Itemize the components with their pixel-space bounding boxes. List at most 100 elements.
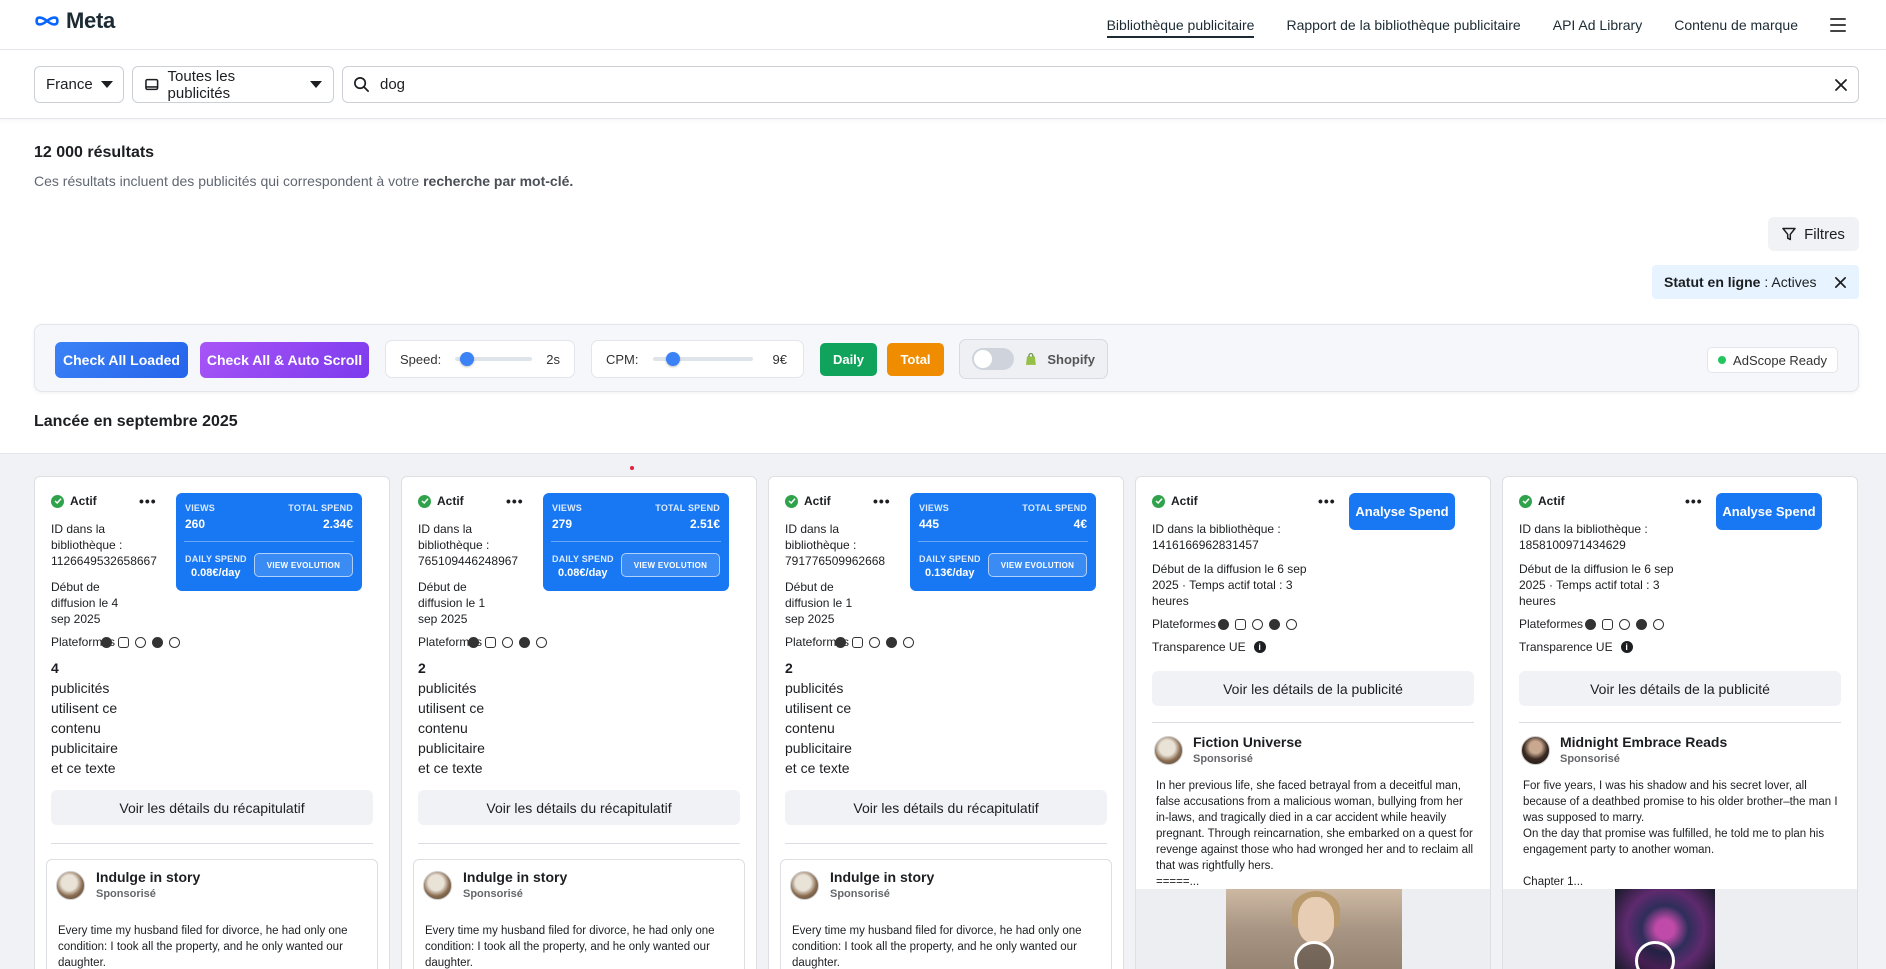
usage-text: publicités utilisent ce contenu publicit…	[418, 680, 485, 776]
check-circle-icon	[418, 494, 431, 508]
country-select[interactable]: France	[34, 66, 124, 103]
search-icon	[354, 77, 369, 92]
threads-icon	[169, 636, 181, 648]
spend-stats-panel: VIEWS TOTAL SPEND 279 2.51€ DAILY SPEND …	[543, 493, 729, 591]
page-name[interactable]: Fiction Universe	[1193, 734, 1302, 750]
check-circle-icon	[1152, 494, 1165, 508]
total-button[interactable]: Total	[887, 343, 944, 376]
status-chip-value: : Actives	[1760, 274, 1817, 290]
shopify-toggle[interactable]	[972, 348, 1014, 370]
search-box	[342, 66, 1859, 103]
divider	[418, 843, 740, 844]
check-circle-icon	[1519, 494, 1532, 508]
total-spend-value: 4€	[1073, 517, 1087, 531]
ad-media[interactable]	[1136, 889, 1490, 969]
ad-card: Actif ••• Analyse Spend ID dans la bibli…	[1135, 476, 1491, 969]
view-evolution-button[interactable]: VIEW EVOLUTION	[988, 553, 1087, 577]
ad-body-text: Every time my husband filed for divorce,…	[58, 925, 348, 969]
check-all-loaded-button[interactable]: Check All Loaded	[55, 342, 188, 378]
more-options-icon[interactable]: •••	[506, 493, 524, 509]
eu-transparency[interactable]: Transparence UE i	[1152, 640, 1266, 654]
total-spend-label: TOTAL SPEND	[1022, 503, 1087, 513]
usage-count: 2 publicités utilisent ce contenu publici…	[785, 658, 865, 778]
start-date: Début de la diffusion le 6 sep 2025 · Te…	[1152, 562, 1307, 608]
ad-category-icon	[145, 78, 159, 90]
more-options-icon[interactable]: •••	[873, 493, 891, 509]
summary-details-button[interactable]: Voir les détails du récapitulatif	[418, 790, 740, 825]
more-options-icon[interactable]: •••	[139, 493, 157, 509]
ad-body-text: For five years, I was his shadow and his…	[1523, 780, 1838, 888]
speed-label: Speed:	[400, 351, 442, 367]
page-name[interactable]: Midnight Embrace Reads	[1560, 734, 1727, 750]
instagram-icon	[1602, 618, 1614, 630]
stats-divider	[918, 541, 1088, 542]
speed-slider-thumb[interactable]	[459, 352, 474, 366]
check-all-auto-scroll-button[interactable]: Check All & Auto Scroll	[200, 342, 369, 378]
sponsored-label: Sponsorisé	[1560, 753, 1620, 765]
menu-icon[interactable]	[1830, 18, 1846, 32]
cpm-value: 9€	[772, 351, 787, 367]
remove-filter-icon[interactable]	[1834, 276, 1847, 289]
meta-logo[interactable]: Meta	[34, 8, 115, 34]
ad-media[interactable]	[1503, 889, 1857, 969]
analyse-spend-button[interactable]: Analyse Spend	[1716, 493, 1822, 530]
threads-icon	[536, 636, 548, 648]
search-input[interactable]	[380, 76, 1824, 93]
ad-details-button[interactable]: Voir les détails de la publicité	[1519, 671, 1841, 706]
sponsored-label: Sponsorisé	[1193, 753, 1253, 765]
ad-type-select[interactable]: Toutes les publicités	[132, 66, 334, 103]
page-name[interactable]: Indulge in story	[463, 869, 567, 885]
ad-card: Actif ••• ID dans la bibliothèque : 7917…	[768, 476, 1124, 969]
total-spend-label: TOTAL SPEND	[655, 503, 720, 513]
view-evolution-button[interactable]: VIEW EVOLUTION	[254, 553, 353, 577]
eu-transparency[interactable]: Transparence UE i	[1519, 640, 1633, 654]
ad-preview: Midnight Embrace Reads Sponsorisé For fi…	[1503, 723, 1857, 969]
eu-transparency-label: Transparence UE	[1519, 640, 1613, 654]
avatar	[1521, 736, 1550, 765]
more-options-icon[interactable]: •••	[1685, 493, 1703, 509]
status-badge-label: Actif	[437, 494, 464, 508]
status-badge: Actif	[418, 494, 464, 508]
view-evolution-button[interactable]: VIEW EVOLUTION	[621, 553, 720, 577]
results-count: 12 000 résultats	[34, 144, 155, 161]
messenger-icon	[1636, 618, 1648, 630]
nav-ad-library-report[interactable]: Rapport de la bibliothèque publicitaire	[1286, 0, 1520, 50]
clear-search-icon[interactable]	[1834, 78, 1848, 92]
speed-value: 2s	[546, 351, 560, 367]
nav-branded-content[interactable]: Contenu de marque	[1674, 0, 1798, 50]
stats-divider	[184, 541, 354, 542]
messenger-icon	[519, 636, 531, 648]
ad-details-button[interactable]: Voir les détails de la publicité	[1152, 671, 1474, 706]
filters-button[interactable]: Filtres	[1768, 217, 1859, 251]
threads-icon	[1653, 618, 1665, 630]
page-name[interactable]: Indulge in story	[96, 869, 200, 885]
check-circle-icon	[785, 494, 798, 508]
platforms: Plateformes	[51, 635, 181, 649]
adscope-status-badge: AdScope Ready	[1707, 347, 1838, 373]
cpm-slider-thumb[interactable]	[665, 352, 680, 366]
summary-details-button[interactable]: Voir les détails du récapitulatif	[785, 790, 1107, 825]
summary-details-button[interactable]: Voir les détails du récapitulatif	[51, 790, 373, 825]
status-badge: Actif	[51, 494, 97, 508]
shopify-bag-icon	[1025, 352, 1036, 365]
start-date: Début de diffusion le 1 sep 2025	[418, 580, 486, 626]
analyse-spend-button[interactable]: Analyse Spend	[1349, 493, 1455, 530]
info-icon[interactable]: i	[1253, 641, 1266, 653]
cpm-slider[interactable]	[652, 352, 753, 366]
sponsored-label: Sponsorisé	[96, 888, 156, 900]
nav-ad-library[interactable]: Bibliothèque publicitaire	[1106, 0, 1254, 50]
info-icon[interactable]: i	[1620, 641, 1633, 653]
speed-slider[interactable]	[455, 352, 533, 366]
nav-ad-library-api[interactable]: API Ad Library	[1553, 0, 1643, 50]
more-options-icon[interactable]: •••	[1318, 493, 1336, 509]
daily-spend-value: 0.08€/day	[191, 567, 241, 579]
shopify-label: Shopify	[1047, 351, 1095, 367]
platforms: Plateformes	[418, 635, 548, 649]
check-circle-icon	[51, 494, 64, 508]
total-spend-value: 2.51€	[689, 517, 720, 531]
results-subtitle: Ces résultats incluent des publicités qu…	[34, 173, 573, 189]
facebook-icon	[1218, 618, 1230, 630]
page-name[interactable]: Indulge in story	[830, 869, 934, 885]
views-label: VIEWS	[552, 503, 583, 513]
daily-button[interactable]: Daily	[820, 343, 877, 376]
